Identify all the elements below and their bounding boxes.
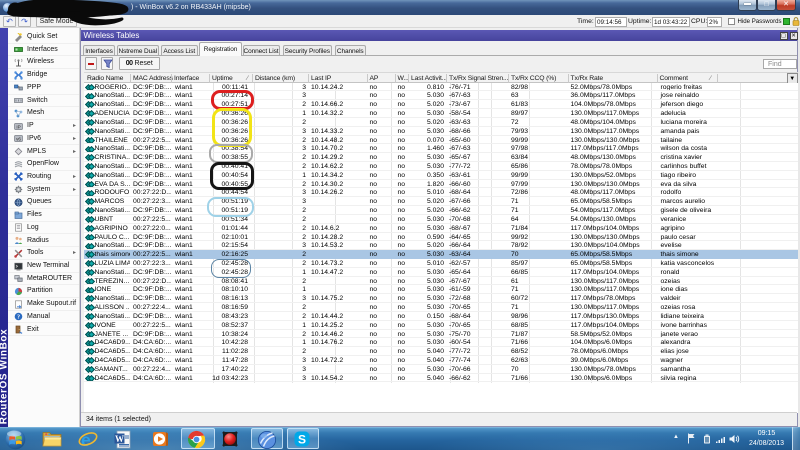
svg-text:?: ? [17,314,20,321]
svg-text:S: S [297,432,305,446]
svg-text:IP: IP [16,124,20,129]
svg-text:v6: v6 [16,137,21,142]
svg-text:W: W [115,433,124,443]
